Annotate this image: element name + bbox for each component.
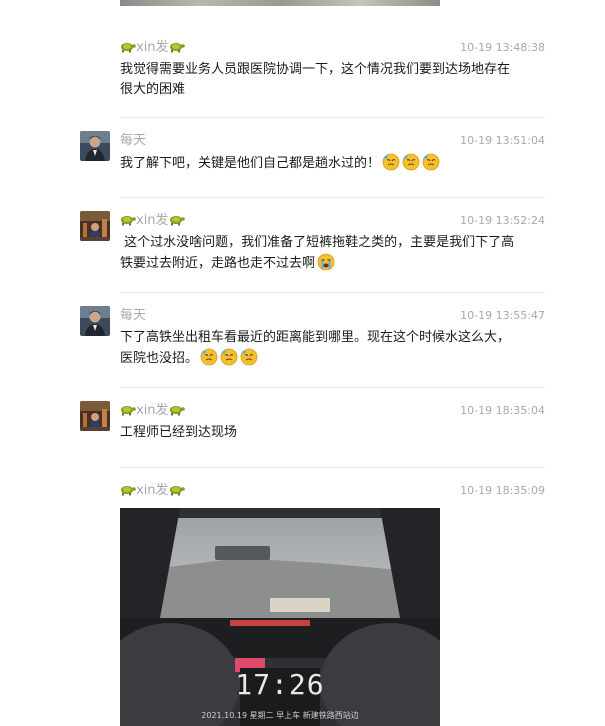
sweat-face-emoji <box>422 153 440 171</box>
message-time: 10-19 13:51:04 <box>460 134 545 147</box>
message-text-content: 我了解下吧，关键是他们自己都是趟水过的！ <box>120 156 381 171</box>
sweat-face-emoji <box>382 153 400 171</box>
avatar-image <box>80 211 110 241</box>
sender-name[interactable]: xin发 <box>120 38 185 58</box>
chat-message: xin发 10-19 13:52:24 这个过水没啥问题，我们准备了短裤拖鞋之类… <box>80 211 545 281</box>
car-interior-photo[interactable]: 17:26 2021.10.19 星期二 早上车 新建铁路西站边 <box>120 508 440 726</box>
message-text[interactable]: 这个过水没啥问题，我们准备了短裤拖鞋之类的，主要是我们下了高铁要过去附近，走路也… <box>120 233 520 274</box>
message-text-content: 工程师已经到达现场 <box>120 425 238 440</box>
message-divider <box>120 197 545 198</box>
chat-message: xin发 10-19 18:35:04 工程师已经到达现场 <box>80 401 545 451</box>
turtle-icon <box>169 43 185 53</box>
message-text[interactable]: 我觉得需要业务人员跟医院协调一下，这个情况我们要到达场地存在很大的困难 <box>120 60 520 100</box>
sweat-face-emoji <box>220 348 238 366</box>
avatar[interactable] <box>80 401 110 431</box>
avatar[interactable] <box>80 131 110 161</box>
sweat-face-emoji <box>402 153 420 171</box>
chat-message: 每天 10-19 13:51:04 我了解下吧，关键是他们自己都是趟水过的！ <box>80 131 545 181</box>
sweat-face-emoji <box>200 348 218 366</box>
message-text[interactable]: 下了高铁坐出租车看最近的距离能到哪里。现在这个时候水这么大，医院也没招。 <box>120 328 520 369</box>
sender-name[interactable]: 每天 <box>120 131 146 151</box>
crying-face-emoji <box>317 253 335 271</box>
sender-name[interactable]: xin发 <box>120 481 185 501</box>
turtle-icon <box>169 406 185 416</box>
turtle-icon <box>121 486 136 496</box>
sender-name-text: xin发 <box>136 213 169 228</box>
message-time: 10-19 13:55:47 <box>460 309 545 322</box>
message-time: 10-19 18:35:09 <box>460 484 545 497</box>
turtle-icon <box>121 216 136 226</box>
message-time: 10-19 13:48:38 <box>460 41 545 54</box>
previous-photo-bottom-edge[interactable] <box>120 0 440 6</box>
turtle-icon <box>121 406 136 416</box>
photo-caption: 2021.10.19 星期二 早上车 新建铁路西站边 <box>201 711 359 720</box>
message-text-content: 下了高铁坐出租车看最近的距离能到哪里。现在这个时候水这么大，医院也没招。 <box>120 330 511 366</box>
message-text[interactable]: 工程师已经到达现场 <box>120 423 520 443</box>
sweat-face-emoji <box>240 348 258 366</box>
turtle-icon <box>169 216 185 226</box>
avatar-image <box>80 401 110 431</box>
turtle-icon <box>121 43 136 53</box>
turtle-icon <box>169 486 185 496</box>
sender-name-text: xin发 <box>136 403 169 418</box>
chat-message: xin发 10-19 13:48:38 我觉得需要业务人员跟医院协调一下，这个情… <box>80 38 545 108</box>
message-text[interactable]: 我了解下吧，关键是他们自己都是趟水过的！ <box>120 153 520 174</box>
photo-clock-text: 17:26 <box>235 668 325 701</box>
sender-name[interactable]: xin发 <box>120 401 185 421</box>
message-time: 10-19 18:35:04 <box>460 404 545 417</box>
message-divider <box>120 117 545 118</box>
sender-name-text: 每天 <box>120 308 147 323</box>
sender-name-text: xin发 <box>136 483 169 498</box>
message-time: 10-19 13:52:24 <box>460 214 545 227</box>
chat-message: xin发 10-19 18:35:09 17:26 2021.10.19 星期二… <box>80 481 545 726</box>
avatar[interactable] <box>80 306 110 336</box>
sender-name[interactable]: xin发 <box>120 211 185 231</box>
message-divider <box>120 292 545 293</box>
message-divider <box>120 467 545 468</box>
avatar-image <box>80 131 110 161</box>
message-divider <box>120 387 545 388</box>
sender-name-text: 每天 <box>120 133 147 148</box>
avatar-image <box>80 306 110 336</box>
avatar[interactable] <box>80 211 110 241</box>
sender-name-text: xin发 <box>136 40 169 55</box>
sender-name[interactable]: 每天 <box>120 306 146 326</box>
message-text-content: 我觉得需要业务人员跟医院协调一下，这个情况我们要到达场地存在很大的困难 <box>120 62 511 97</box>
chat-message: 每天 10-19 13:55:47 下了高铁坐出租车看最近的距离能到哪里。现在这… <box>80 306 545 376</box>
